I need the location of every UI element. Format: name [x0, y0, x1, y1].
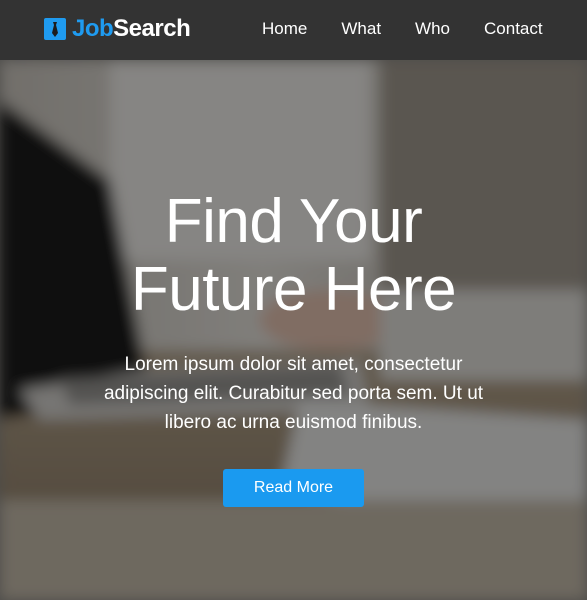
hero-content: Find Your Future Here Lorem ipsum dolor s… — [0, 60, 587, 600]
brand-logo[interactable]: JobSearch — [44, 15, 191, 42]
tie-icon — [44, 18, 66, 40]
hero-title: Find Your Future Here — [60, 188, 527, 324]
nav-link-contact[interactable]: Contact — [484, 18, 543, 40]
read-more-button[interactable]: Read More — [223, 469, 364, 507]
nav-link-what[interactable]: What — [341, 18, 381, 40]
nav-link-who[interactable]: Who — [415, 18, 450, 40]
brand-name: JobSearch — [72, 15, 191, 42]
hero-section: Find Your Future Here Lorem ipsum dolor s… — [0, 60, 587, 600]
hero-description: Lorem ipsum dolor sit amet, consectetur … — [103, 354, 484, 433]
nav-links: Home What Who Contact — [262, 18, 543, 40]
nav-link-home[interactable]: Home — [262, 18, 307, 40]
hero-title-line1: Find Your — [164, 187, 423, 256]
navbar: JobSearch Home What Who Contact — [0, 0, 587, 60]
brand-name-search: Search — [113, 15, 191, 42]
hero-title-line2: Future Here — [130, 255, 457, 324]
brand-name-job: Job — [72, 15, 114, 42]
